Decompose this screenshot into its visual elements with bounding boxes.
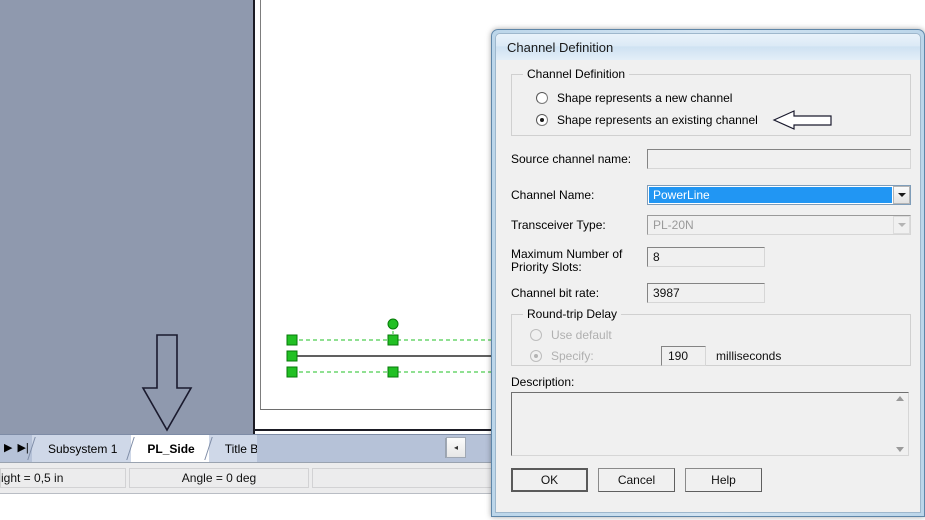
channel-bit-rate-input[interactable]: 3987 (647, 283, 765, 303)
dialog-inner-frame: Channel Definition Channel Definition Sh… (495, 33, 921, 513)
radio-label: Shape represents a new channel (557, 91, 733, 105)
tab-strip-filler (257, 435, 447, 462)
groupbox-title: Round-trip Delay (523, 307, 622, 321)
help-button[interactable]: Help (685, 468, 762, 492)
channel-definition-dialog: Channel Definition Channel Definition Sh… (491, 29, 925, 517)
milliseconds-label: milliseconds (716, 348, 782, 363)
radio-button-icon (530, 328, 542, 341)
channel-name-selected-value: PowerLine (649, 187, 892, 203)
scroll-down-icon[interactable] (895, 447, 904, 452)
last-page-icon[interactable]: ▶| (17, 443, 28, 454)
dialog-title: Channel Definition (507, 39, 614, 55)
status-height-panel: ight = 0,5 in (0, 468, 126, 488)
scroll-up-icon[interactable] (895, 396, 904, 401)
transceiver-type-selected-value: PL-20N (653, 218, 694, 232)
tab-label: PL_Side (147, 441, 195, 456)
dialog-button-row: OK Cancel Help (511, 468, 913, 492)
specify-label: Specify: (551, 348, 594, 363)
radio-option-new-channel[interactable]: Shape represents a new channel (536, 87, 910, 109)
round-trip-delay-groupbox: Round-trip Delay Use default Specify: 19… (511, 307, 911, 366)
ok-button[interactable]: OK (511, 468, 588, 492)
description-textarea[interactable] (511, 392, 909, 456)
max-priority-slots-label-line1: Maximum Number of (511, 247, 623, 261)
radio-label: Shape represents an existing channel (557, 113, 758, 127)
selected-line-shape[interactable] (280, 318, 510, 378)
source-channel-name-row: Source channel name: (511, 147, 911, 171)
tab-subsystem-1[interactable]: Subsystem 1 (32, 435, 132, 462)
chevron-down-icon (893, 216, 910, 234)
channel-bit-rate-row: Channel bit rate: 3987 (511, 281, 911, 305)
specify-delay-option[interactable]: Specify: 190 milliseconds (530, 345, 910, 366)
max-priority-slots-input[interactable]: 8 (647, 247, 765, 267)
use-default-label: Use default (551, 327, 612, 342)
left-arrow-annotation-icon (772, 110, 832, 130)
channel-bit-rate-label: Channel bit rate: (511, 286, 600, 300)
status-angle-panel: Angle = 0 deg (129, 468, 309, 488)
scroll-left-icon: ◂ (453, 443, 458, 452)
channel-name-row: Channel Name: PowerLine (511, 183, 911, 207)
max-priority-slots-row: Maximum Number of Priority Slots: 8 (511, 247, 911, 277)
max-priority-slots-label-line2: Priority Slots: (511, 260, 582, 274)
radio-button-icon[interactable] (536, 92, 548, 104)
description-scrollbar[interactable] (892, 394, 907, 454)
groupbox-title: Channel Definition (523, 67, 630, 81)
source-channel-name-input[interactable] (647, 149, 911, 169)
source-channel-name-label: Source channel name: (511, 152, 632, 166)
radio-button-icon (530, 349, 542, 362)
radio-option-existing-channel[interactable]: Shape represents an existing channel (536, 109, 910, 131)
max-priority-slots-label: Maximum Number of Priority Slots: (511, 247, 647, 274)
description-label: Description: (511, 375, 575, 389)
down-arrow-annotation-icon (141, 334, 193, 432)
transceiver-type-dropdown[interactable]: PL-20N (647, 215, 911, 235)
tab-label: Subsystem 1 (48, 441, 118, 456)
dialog-title-bar[interactable]: Channel Definition (496, 34, 920, 60)
workspace-gray-area (0, 0, 253, 434)
horizontal-scroll-left-button[interactable]: ◂ (446, 437, 466, 458)
next-page-icon[interactable]: ▶ (4, 443, 12, 454)
channel-name-dropdown[interactable]: PowerLine (647, 185, 911, 205)
use-default-option[interactable]: Use default (530, 324, 910, 345)
chevron-down-icon[interactable] (893, 186, 910, 204)
transceiver-type-label: Transceiver Type: (511, 218, 606, 232)
tab-navigation-buttons: ▶ ▶| (2, 438, 29, 459)
tab-pl-side[interactable]: PL_Side (131, 435, 209, 462)
dialog-body: Channel Definition Shape represents a ne… (496, 60, 920, 512)
delay-value-input[interactable]: 190 (661, 345, 706, 366)
channel-name-label: Channel Name: (511, 188, 595, 202)
radio-button-icon[interactable] (536, 114, 548, 126)
cancel-button[interactable]: Cancel (598, 468, 675, 492)
transceiver-type-row: Transceiver Type: PL-20N (511, 213, 911, 237)
channel-definition-groupbox: Channel Definition Shape represents a ne… (511, 67, 911, 136)
